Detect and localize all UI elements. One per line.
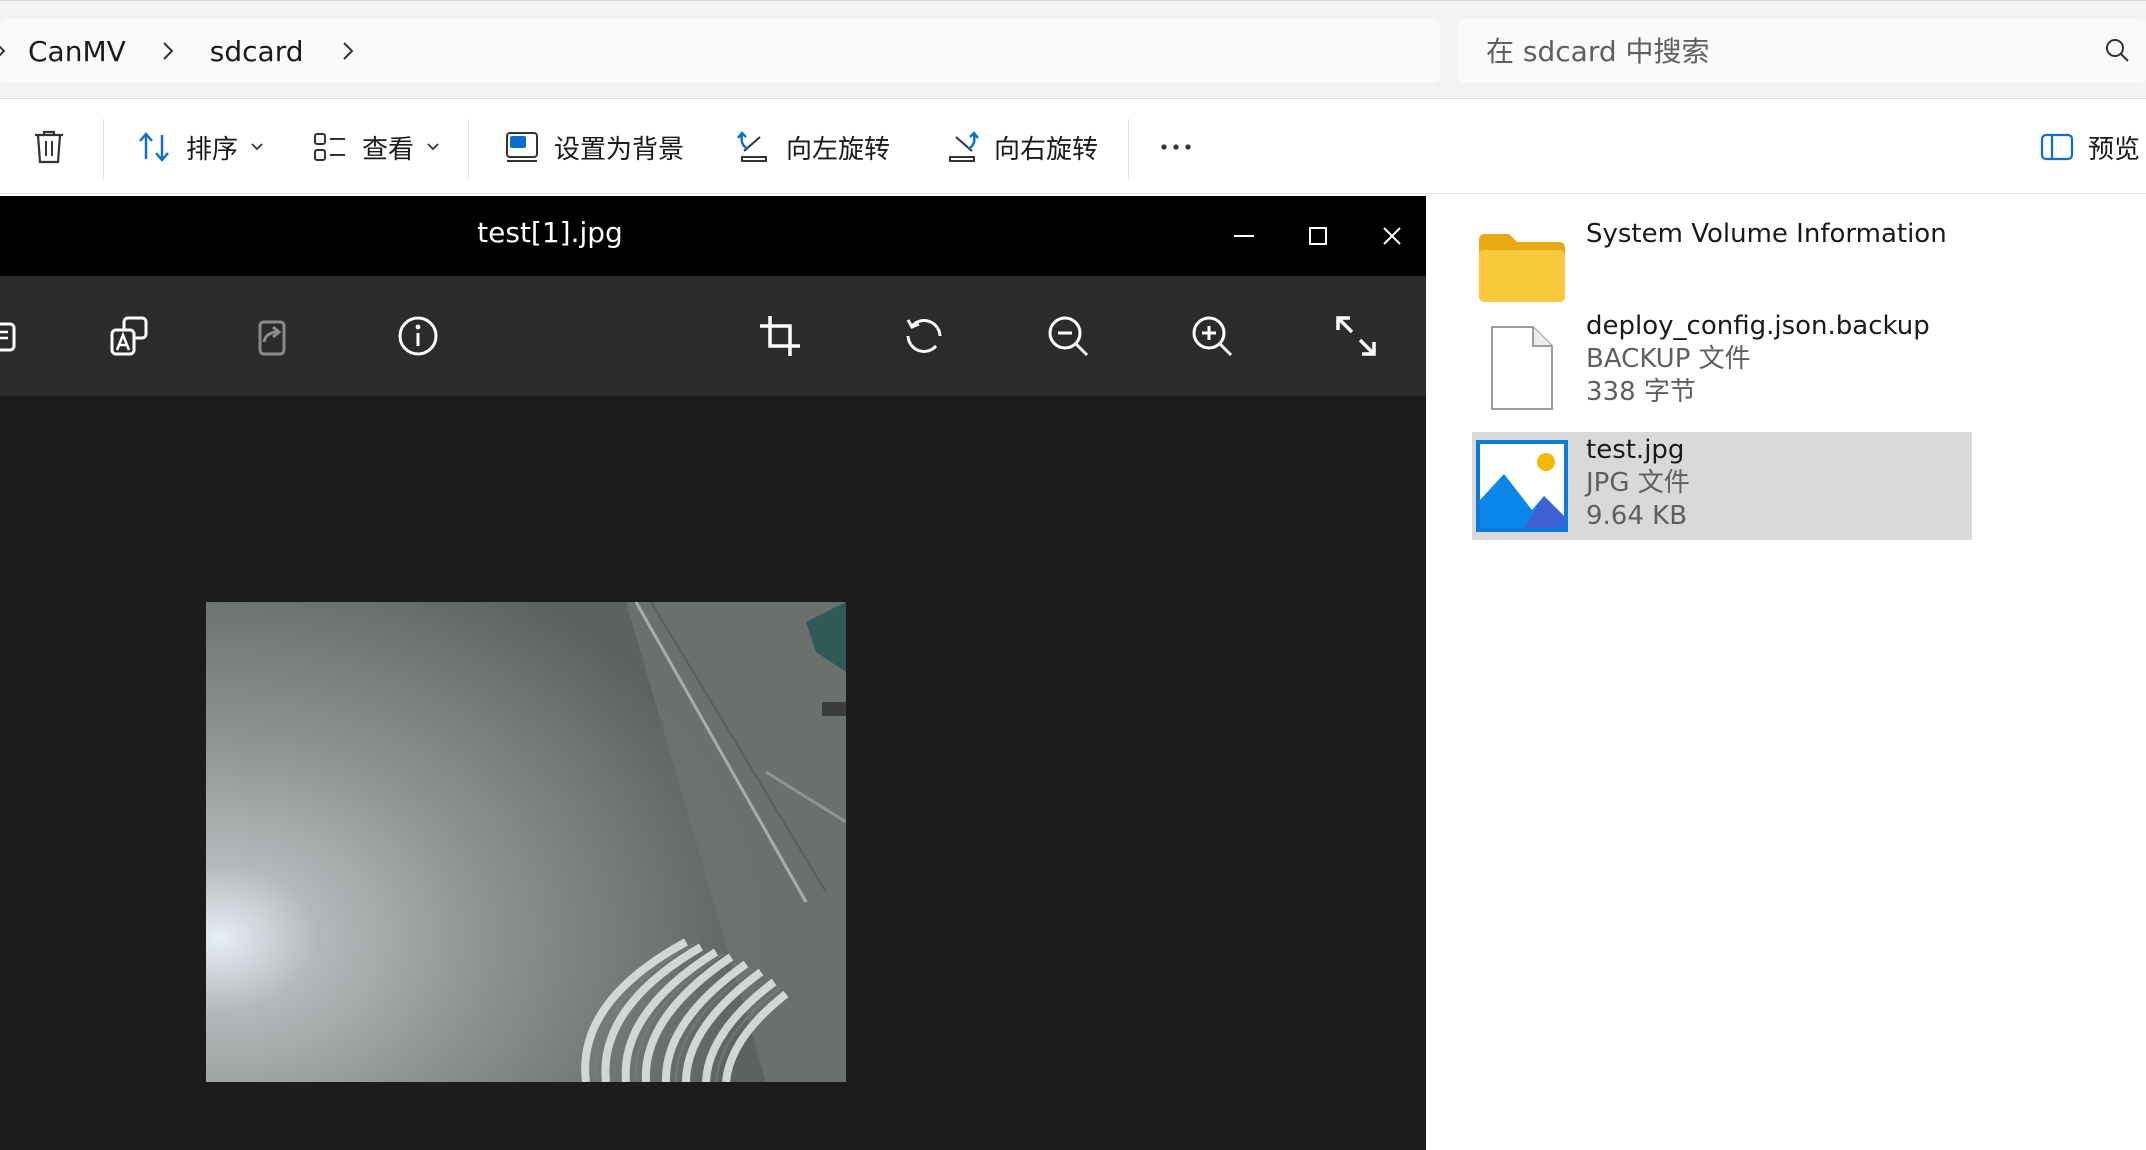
sort-button[interactable]: 排序 xyxy=(136,121,264,173)
viewer-title-bar[interactable]: test[1].jpg xyxy=(0,196,1426,276)
expand-icon xyxy=(1336,316,1376,356)
preview-pane-button[interactable]: 预览 xyxy=(2040,121,2140,173)
minimize-button[interactable] xyxy=(1222,214,1266,258)
zoom-in-icon xyxy=(1192,316,1233,357)
zoom-out-button[interactable] xyxy=(1036,304,1100,368)
rotate-right-label: 向右旋转 xyxy=(994,134,1099,165)
rotate-left-icon xyxy=(737,131,767,162)
viewer-title: test[1].jpg xyxy=(477,216,623,249)
info-icon xyxy=(398,316,438,356)
close-icon xyxy=(1383,227,1401,245)
share-button[interactable] xyxy=(240,304,304,368)
rotate-button[interactable] xyxy=(892,304,956,368)
crop-icon xyxy=(760,316,800,356)
file-list: System Volume Information deploy_config.… xyxy=(1426,196,2146,1150)
file-text: deploy_config.json.backup BACKUP 文件 338 … xyxy=(1586,310,1930,409)
search-box[interactable] xyxy=(1458,19,2146,83)
photo-canvas[interactable] xyxy=(206,602,846,1082)
list-item-system-volume-information[interactable]: System Volume Information xyxy=(1472,214,1972,322)
chevron-down-icon xyxy=(427,143,439,151)
chevron-down-icon xyxy=(251,143,263,151)
fullscreen-button[interactable] xyxy=(1324,304,1388,368)
share-icon xyxy=(258,320,286,356)
file-name: test.jpg xyxy=(1586,435,1685,465)
minimize-icon xyxy=(1234,235,1254,237)
trash-icon xyxy=(35,130,63,164)
address-bar: CanMV sdcard xyxy=(0,0,2146,99)
sort-label: 排序 xyxy=(186,134,239,165)
list-item-test-jpg[interactable]: test.jpg JPG 文件 9.64 KB xyxy=(1472,432,1972,540)
file-name: System Volume Information xyxy=(1586,219,1947,249)
rotate-icon xyxy=(906,319,942,353)
preview-label: 预览 xyxy=(2088,134,2141,165)
rotate-right-button[interactable]: 向右旋转 xyxy=(944,121,1098,173)
preview-pane-icon xyxy=(2040,133,2074,161)
breadcrumb-chevron-icon[interactable] xyxy=(0,37,14,65)
breadcrumb[interactable]: CanMV sdcard xyxy=(0,19,1440,83)
set-background-icon xyxy=(506,132,538,162)
copy-button[interactable] xyxy=(0,304,34,368)
photo-image xyxy=(206,602,846,1082)
separator xyxy=(1128,119,1129,179)
file-size: 338 字节 xyxy=(1586,377,1696,407)
view-button[interactable]: 查看 xyxy=(312,121,440,173)
rotate-left-button[interactable]: 向左旋转 xyxy=(736,121,890,173)
photo-viewer-window: test[1].jpg xyxy=(0,196,1426,1150)
file-name: deploy_config.json.backup xyxy=(1586,311,1930,341)
separator xyxy=(468,119,469,179)
more-icon xyxy=(1161,144,1191,150)
command-bar: 排序 查看 设置为背景 向左旋转 向右旋转 预览 xyxy=(0,99,2146,194)
view-label: 查看 xyxy=(362,134,415,165)
more-options-button[interactable] xyxy=(1158,121,1194,173)
maximize-button[interactable] xyxy=(1296,214,1340,258)
zoom-in-button[interactable] xyxy=(1180,304,1244,368)
ocr-text-button[interactable] xyxy=(98,304,162,368)
image-file-icon xyxy=(1472,432,1572,540)
maximize-icon xyxy=(1309,227,1327,245)
rotate-right-icon xyxy=(949,131,979,162)
file-type: JPG 文件 xyxy=(1586,468,1690,498)
file-info-button[interactable] xyxy=(386,304,450,368)
file-size: 9.64 KB xyxy=(1586,501,1688,531)
text-recognition-icon xyxy=(110,316,148,356)
file-text: test.jpg JPG 文件 9.64 KB xyxy=(1586,434,1690,533)
viewer-toolbar xyxy=(0,276,1426,396)
separator xyxy=(103,119,104,179)
view-list-icon xyxy=(314,133,345,161)
set-background-label: 设置为背景 xyxy=(554,134,685,165)
set-as-background-button[interactable]: 设置为背景 xyxy=(504,121,684,173)
delete-button[interactable] xyxy=(32,121,66,173)
breadcrumb-chevron-icon[interactable] xyxy=(154,37,182,65)
close-button[interactable] xyxy=(1370,214,1414,258)
copy-icon xyxy=(0,322,16,352)
search-input[interactable] xyxy=(1486,33,2046,69)
breadcrumb-item-canmv[interactable]: CanMV xyxy=(28,35,126,68)
breadcrumb-item-sdcard[interactable]: sdcard xyxy=(210,35,304,68)
list-item-deploy-config-backup[interactable]: deploy_config.json.backup BACKUP 文件 338 … xyxy=(1472,311,1972,422)
file-type: BACKUP 文件 xyxy=(1586,344,1751,374)
sort-icon xyxy=(139,132,169,162)
rotate-left-label: 向左旋转 xyxy=(786,134,891,165)
generic-file-icon xyxy=(1472,314,1572,422)
zoom-out-icon xyxy=(1048,316,1089,357)
crop-button[interactable] xyxy=(748,304,812,368)
file-text: System Volume Information xyxy=(1586,218,1947,251)
folder-icon xyxy=(1472,214,1572,322)
search-icon[interactable] xyxy=(2104,37,2130,63)
breadcrumb-chevron-icon[interactable] xyxy=(334,37,362,65)
